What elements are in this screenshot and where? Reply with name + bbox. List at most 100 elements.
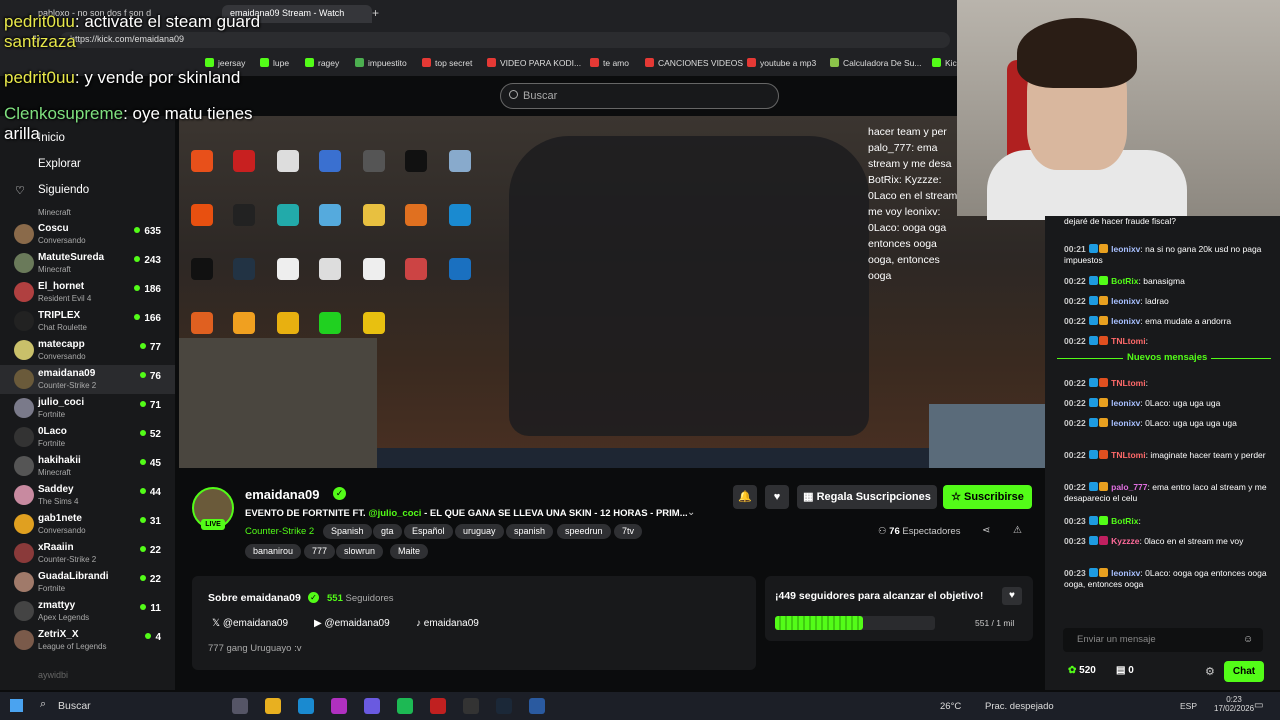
bookmark-item[interactable]: te amo (590, 58, 629, 68)
bell-icon[interactable]: 🔔 (733, 485, 757, 509)
tag[interactable]: bananirou (245, 544, 302, 559)
channel-name: zmattyy (38, 600, 76, 611)
settings-gear-icon[interactable]: ⚙ (1205, 665, 1215, 678)
sidebar-channel-selected[interactable]: emaidana09 Counter-Strike 2 76 (0, 365, 175, 394)
tag[interactable]: spanish (506, 524, 554, 539)
sidebar-channel[interactable]: El_hornet Resident Evil 4 186 (0, 278, 175, 307)
language-indicator[interactable]: ESP (1180, 701, 1197, 711)
chat-user[interactable]: leonixv (1111, 244, 1140, 254)
chat-user[interactable]: BotRix (1111, 276, 1138, 286)
chat-user[interactable]: BotRix (1111, 516, 1138, 526)
share-icon[interactable]: ⋖ (982, 525, 990, 536)
file-explorer-icon[interactable] (265, 698, 281, 714)
heart-follow-button[interactable]: ♥ (765, 485, 789, 509)
rewards-display[interactable]: ▤ 0 (1116, 665, 1134, 676)
taskbar-search[interactable]: Buscar (58, 700, 91, 712)
title-mention[interactable]: @julio_coci (368, 508, 421, 519)
chat-user[interactable]: leonixv (1111, 568, 1140, 578)
search-input[interactable]: Buscar (500, 83, 779, 109)
goal-progress-text: 551 / 1 mil (975, 618, 1015, 628)
chat-input[interactable]: Enviar un mensaje (1063, 628, 1263, 652)
bookmark-item[interactable]: youtube a mp3 (747, 58, 816, 68)
notification-icon[interactable]: ▭ (1254, 700, 1263, 711)
app-icon[interactable] (331, 698, 347, 714)
sidebar-channel[interactable]: gab1nete Conversando 31 (0, 510, 175, 539)
avatar (14, 601, 34, 621)
overlay-message: : oye matu tienes (123, 104, 253, 123)
new-tab-icon[interactable]: + (372, 6, 379, 20)
bookmark-item[interactable]: VIDEO PARA KODI... (487, 58, 581, 68)
points-display[interactable]: ✿ 520 (1068, 665, 1096, 676)
chat-user[interactable]: leonixv (1111, 296, 1140, 306)
tag[interactable]: Spanish (323, 524, 372, 539)
sidebar-channel[interactable]: Saddey The Sims 4 44 (0, 481, 175, 510)
nav-siguiendo[interactable]: Siguiendo (38, 184, 89, 196)
weather-temp[interactable]: 26°C (940, 701, 961, 712)
nav-explorar[interactable]: Explorar (38, 158, 81, 170)
report-icon[interactable]: ⚠ (1013, 525, 1022, 536)
youtube-social-link[interactable]: ▶ @emaidana09 (314, 618, 390, 629)
sidebar-channel[interactable]: ZetriX_X League of Legends 4 (0, 626, 175, 655)
sidebar-channel[interactable]: xRaaiin Counter-Strike 2 22 (0, 539, 175, 568)
taskview-icon[interactable] (232, 698, 248, 714)
bookmark-item[interactable]: Kic (932, 58, 957, 68)
sidebar-channel[interactable]: 0Laco Fortnite 52 (0, 423, 175, 452)
sidebar-channel[interactable]: GuadaLibrandi Fortnite 22 (0, 568, 175, 597)
tag[interactable]: speedrun (557, 524, 611, 539)
emoji-icon[interactable]: ☺ (1243, 634, 1253, 645)
tag[interactable]: Maite (390, 544, 429, 559)
tag[interactable]: Español (404, 524, 453, 539)
tag[interactable]: uruguay (455, 524, 504, 539)
sidebar-channel[interactable]: julio_coci Fortnite 71 (0, 394, 175, 423)
chat-user[interactable]: TNLtomi (1111, 336, 1145, 346)
app-icon[interactable] (529, 698, 545, 714)
gift-subs-button[interactable]: ▦ Regala Suscripciones (797, 485, 937, 509)
tag[interactable]: slowrun (336, 544, 384, 559)
viewer-count: 22 (140, 574, 161, 585)
channel-name[interactable]: aywidbi (38, 670, 68, 680)
chat-user[interactable]: TNLtomi (1111, 450, 1145, 460)
steam-icon[interactable] (496, 698, 512, 714)
channel-game: Counter-Strike 2 (38, 555, 97, 564)
chevron-down-icon[interactable]: ⌄ (687, 507, 695, 518)
subscribe-button[interactable]: ☆ Suscribirse (943, 485, 1032, 509)
edge-icon[interactable] (298, 698, 314, 714)
chat-send-button[interactable]: Chat (1224, 661, 1264, 682)
chat-user[interactable]: TNLtomi (1111, 378, 1145, 388)
obs-icon[interactable] (463, 698, 479, 714)
sidebar-channel[interactable]: TRIPLEX Chat Roulette 166 (0, 307, 175, 336)
chat-user[interactable]: leonixv (1111, 418, 1140, 428)
streamer-name[interactable]: emaidana09 (245, 487, 319, 502)
bookmark-item[interactable]: Calculadora De Su... (830, 58, 921, 68)
sidebar-channel[interactable]: Coscu Conversando 635 (0, 220, 175, 249)
windows-start-icon[interactable] (10, 699, 23, 712)
bookmark-item[interactable]: CANCIONES VIDEOS (645, 58, 743, 68)
chat-user[interactable]: Kyzzze (1111, 536, 1139, 546)
tag[interactable]: 777 (304, 544, 336, 559)
about-title: Sobre emaidana09 (208, 592, 301, 604)
chat-message: 00:22 TNLtomi: (1064, 336, 1270, 347)
discord-icon[interactable] (364, 698, 380, 714)
rewards-value: 0 (1128, 665, 1134, 676)
chat-user[interactable]: leonixv (1111, 398, 1140, 408)
chat-user[interactable]: palo_777 (1111, 482, 1147, 492)
sidebar-channel[interactable]: MatuteSureda Minecraft 243 (0, 249, 175, 278)
heart-icon[interactable]: ♥ (1002, 587, 1022, 605)
bookmark-item[interactable]: top secret (422, 58, 472, 68)
tag[interactable]: gta (373, 524, 402, 539)
chat-user[interactable]: leonixv (1111, 316, 1140, 326)
app-icon[interactable] (430, 698, 446, 714)
tag[interactable]: 7tv (614, 524, 643, 539)
tiktok-social-link[interactable]: ♪ emaidana09 (416, 618, 479, 629)
chat-text: : 0Laco: uga uga uga uga (1140, 418, 1237, 428)
clock[interactable]: 0:23 17/02/2026 (1214, 695, 1254, 713)
category-link[interactable]: Counter-Strike 2 (245, 526, 314, 537)
x-social-link[interactable]: 𝕏 @emaidana09 (212, 618, 288, 629)
points-value: 520 (1079, 665, 1096, 676)
spotify-icon[interactable] (397, 698, 413, 714)
chat-time: 00:22 (1064, 336, 1086, 346)
sidebar-channel[interactable]: matecapp Conversando 77 (0, 336, 175, 365)
avatar (14, 369, 34, 389)
sidebar-channel[interactable]: hakihakii Minecraft 45 (0, 452, 175, 481)
sidebar-channel[interactable]: zmattyy Apex Legends 11 (0, 597, 175, 626)
